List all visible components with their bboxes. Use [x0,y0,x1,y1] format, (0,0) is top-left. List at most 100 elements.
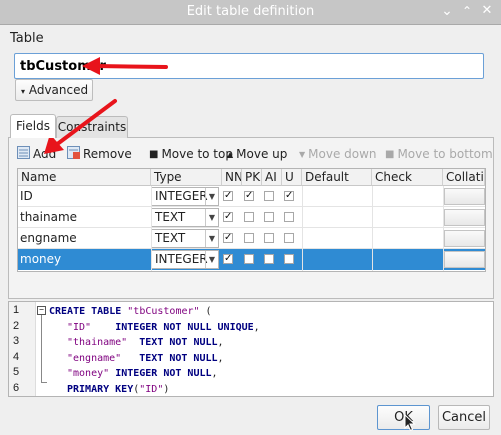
table-row[interactable]: engname TEXT ▼ ✓ [18,228,485,249]
move-down-button[interactable]: ▼ Move down [299,146,377,162]
nn-checkbox[interactable]: ✓ [223,191,233,201]
move-to-bottom-icon: ■ [385,148,395,160]
window-title: Edit table definition [186,4,315,19]
pk-checkbox[interactable]: ✓ [244,191,254,201]
field-type-select[interactable]: INTEGER ▼ [151,250,219,269]
move-up-icon: ▲ [227,149,234,159]
sql-line-2: "ID" INTEGER NOT NULL UNIQUE, [67,322,260,333]
chevron-down-icon: ▾ [21,87,26,96]
sql-text: ( [199,306,212,317]
sql-string: "ID" [67,322,92,333]
field-type-value: INTEGER [155,252,208,266]
column-divider [302,186,303,271]
table-row[interactable]: thainame TEXT ▼ ✓ [18,207,485,228]
move-up-label: Move up [236,147,288,161]
ai-checkbox[interactable] [264,233,274,243]
collation-button[interactable] [444,209,485,226]
u-checkbox[interactable]: ✓ [284,191,294,201]
minimize-icon[interactable]: ⌄ [439,2,455,20]
close-icon[interactable]: ✕ [479,2,495,20]
collation-button[interactable] [444,188,485,205]
move-to-top-icon: ■ [149,148,159,160]
move-to-bottom-label: Move to bottom [397,147,493,161]
sql-keyword: CREATE TABLE [49,306,122,317]
u-checkbox[interactable] [284,233,294,243]
fold-line [41,315,42,383]
tab-fields[interactable]: Fields [10,114,56,138]
column-header-check[interactable]: Check [372,169,443,186]
move-to-bottom-button[interactable]: ■ Move to bottom [385,146,493,162]
line-number: 3 [13,335,20,347]
column-divider [372,186,373,271]
collation-button[interactable] [444,251,485,268]
cancel-button[interactable]: Cancel [438,405,490,430]
nn-checkbox[interactable]: ✓ [223,233,233,243]
chevron-down-icon[interactable]: ▼ [205,209,218,226]
line-number: 4 [13,351,20,363]
pk-checkbox[interactable] [244,212,254,222]
table-label: Table [10,31,44,46]
nn-checkbox[interactable]: ✓ [223,212,233,222]
sql-keyword: TEXT NOT NULL [139,353,218,364]
sql-text: , [217,337,224,348]
column-header-type[interactable]: Type [151,169,222,186]
table-row[interactable]: money INTEGER ▼ ✓ [18,249,485,270]
sql-text: , [217,353,224,364]
column-header-name[interactable]: Name [18,169,151,186]
field-type-value: INTEGER [155,189,208,203]
u-checkbox[interactable] [284,212,294,222]
ai-checkbox[interactable] [264,191,274,201]
ai-checkbox[interactable] [264,254,274,264]
add-field-icon [17,146,30,162]
chevron-down-icon[interactable]: ▼ [205,230,218,247]
sql-line-1: CREATE TABLE "tbCustomer" ( [49,306,212,317]
table-row[interactable]: ID INTEGER ▼ ✓ ✓ ✓ [18,186,485,207]
chevron-down-icon[interactable]: ▼ [205,188,218,205]
column-header-default[interactable]: Default [302,169,372,186]
maximize-icon[interactable]: ⌃ [459,2,475,20]
field-type-select[interactable]: TEXT ▼ [151,229,219,248]
line-number: 1 [13,304,20,316]
field-name-cell[interactable]: thainame [18,207,77,228]
move-to-top-button[interactable]: ■ Move to top [149,146,233,162]
column-header-u[interactable]: U [282,169,302,186]
fields-grid: Name Type NN PK AI U Default Check Colla… [17,168,486,272]
chevron-down-icon[interactable]: ▼ [205,251,218,268]
column-divider [443,186,444,271]
column-header-pk[interactable]: PK [242,169,262,186]
sql-text: ) [163,384,170,395]
field-name-cell[interactable]: money [18,249,61,270]
move-up-button[interactable]: ▲ Move up [227,146,287,162]
column-header-collation[interactable]: Collation [443,169,485,186]
field-type-select[interactable]: TEXT ▼ [151,208,219,227]
u-checkbox[interactable] [284,254,294,264]
line-number: 5 [13,366,20,378]
column-divider [151,186,152,271]
pk-checkbox[interactable] [244,254,254,264]
advanced-label: Advanced [28,83,89,97]
mouse-cursor-icon [404,414,416,432]
grid-body: ID INTEGER ▼ ✓ ✓ ✓ thainame TEXT ▼ ✓ engname TEXT ▼ ✓… [18,186,485,271]
collation-button[interactable] [444,230,485,247]
annotation-arrow [82,57,168,75]
fold-toggle-icon[interactable]: − [37,306,46,315]
sql-keyword: INTEGER NOT NULL [115,368,212,379]
sql-keyword: INTEGER NOT NULL UNIQUE [115,322,254,333]
ai-checkbox[interactable] [264,212,274,222]
field-name-cell[interactable]: ID [18,186,33,207]
field-type-select[interactable]: INTEGER ▼ [151,187,219,206]
pk-checkbox[interactable] [244,233,254,243]
line-number: 2 [13,320,20,332]
sql-string: "ID" [139,384,164,395]
sql-string: "thainame" [67,337,128,348]
sql-preview[interactable]: 1 2 3 4 5 6 − CREATE TABLE "tbCustomer" … [8,301,494,397]
column-header-ai[interactable]: AI [262,169,282,186]
field-name-cell[interactable]: engname [18,228,77,249]
sql-text: , [211,368,218,379]
sql-string: "tbCustomer" [127,306,200,317]
nn-checkbox[interactable]: ✓ [223,254,233,264]
sql-line-3: "thainame" TEXT NOT NULL, [67,337,224,348]
sql-text: , [253,322,260,333]
column-header-nn[interactable]: NN [222,169,242,186]
sql-keyword: TEXT NOT NULL [139,337,218,348]
